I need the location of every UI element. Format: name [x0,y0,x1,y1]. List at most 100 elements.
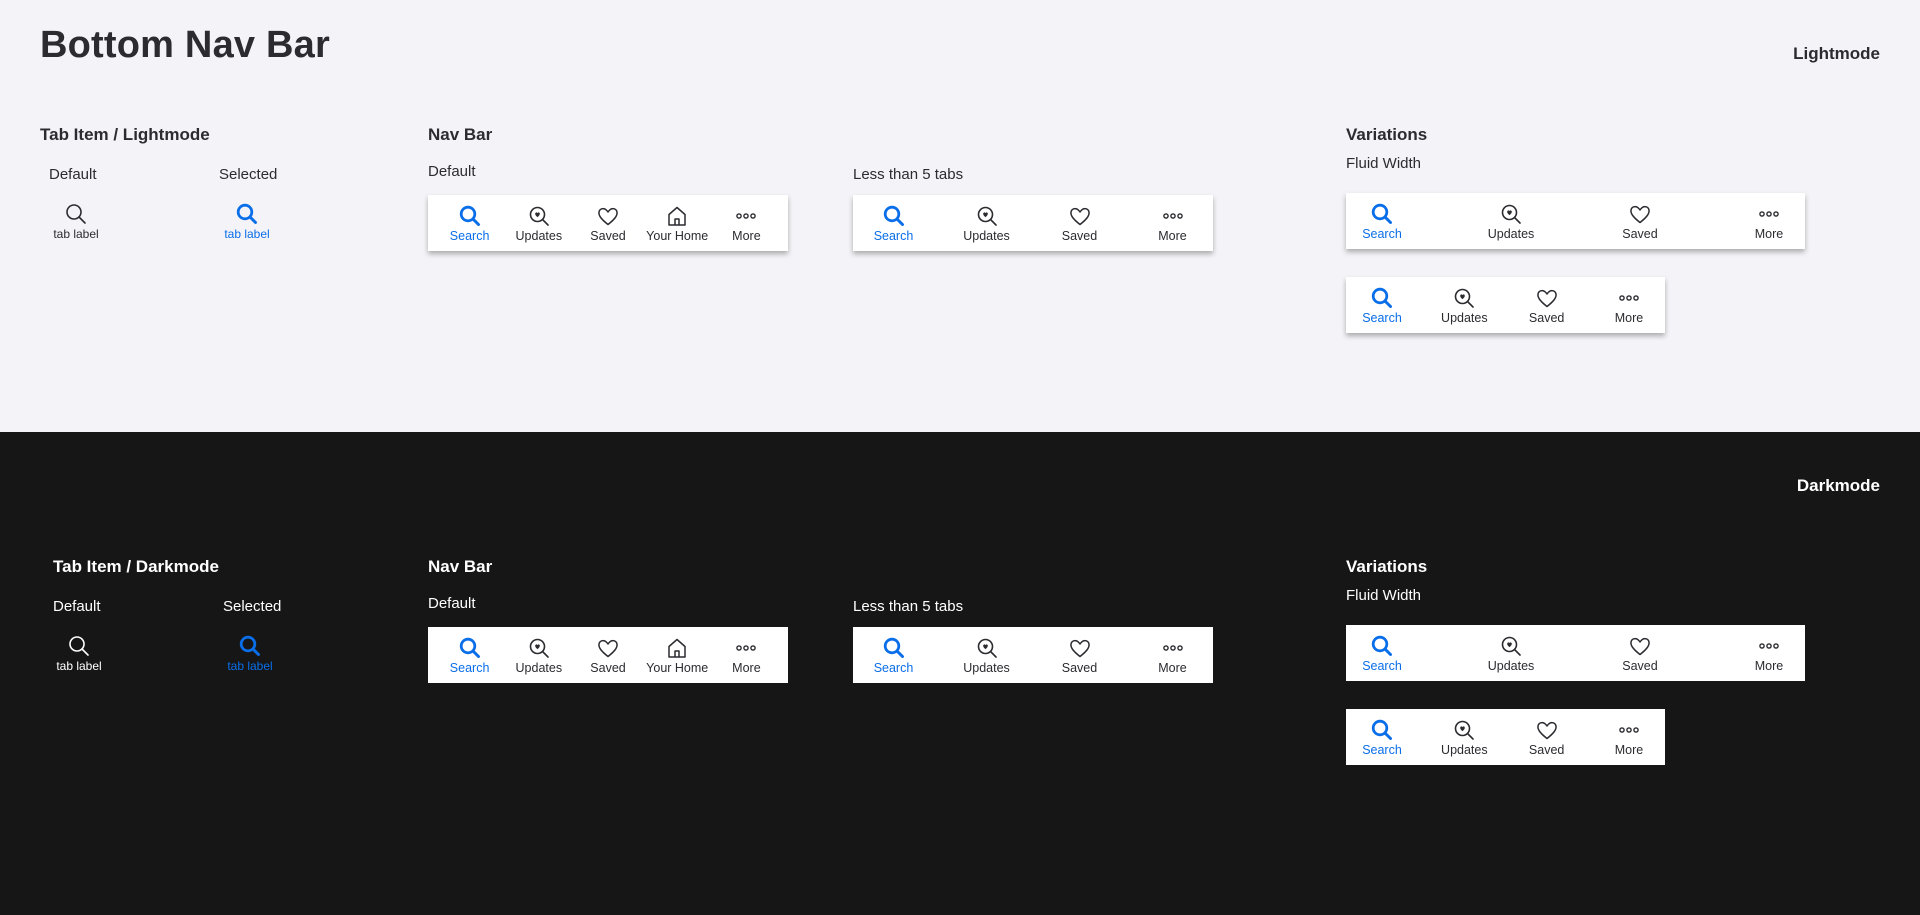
tab-saved[interactable]: Saved [1511,277,1583,333]
tab-updates[interactable]: Updates [952,627,1021,683]
tab-label: Updates [1441,742,1488,757]
tab-item-default[interactable]: tab label [36,202,116,241]
tab-label: Saved [1622,226,1658,241]
tab-search[interactable]: Search [859,195,928,251]
search-icon [1370,202,1394,226]
page-title: Bottom Nav Bar [40,24,330,66]
tab-search[interactable]: Search [859,627,928,683]
tab-updates[interactable]: Updates [1475,625,1547,681]
tab-more[interactable]: More [1138,195,1207,251]
tab-label: Updates [1487,226,1535,241]
heart-icon [1068,204,1092,228]
tab-updates[interactable]: Updates [1475,193,1547,249]
more-icon [1617,718,1641,742]
updates-icon [1499,202,1523,226]
tab-search[interactable]: Search [1346,625,1418,681]
updates-icon [1452,286,1476,310]
tab-label: Updates [963,228,1010,243]
tab-more[interactable]: More [1138,627,1207,683]
more-icon [734,636,758,660]
search-icon [1370,718,1394,742]
tab-more[interactable]: More [1733,193,1805,249]
nav-bar-five-tabs: Search Updates Saved Your Home More [428,627,788,683]
tab-saved[interactable]: Saved [573,195,642,251]
tab-label: Saved [590,228,626,243]
search-icon [64,202,88,226]
search-icon [238,634,262,658]
tab-updates[interactable]: Updates [504,627,573,683]
nav-bar-fluid-narrow: Search Updates Saved More [1346,277,1665,333]
heart-icon [596,636,620,660]
search-icon [235,202,259,226]
search-icon [1370,286,1394,310]
more-icon [1757,634,1781,658]
darkmode-section: Darkmode Tab Item / Darkmode Default Sel… [0,432,1920,915]
mode-label-dark: Darkmode [1796,476,1880,495]
tab-saved[interactable]: Saved [1604,193,1676,249]
nav-bar-heading: Nav Bar [428,557,493,576]
tab-label: Saved [590,660,626,675]
updates-icon [975,636,999,660]
tab-more[interactable]: More [1593,709,1665,765]
tab-label: More [732,660,761,675]
tab-saved[interactable]: Saved [1511,709,1583,765]
search-icon [458,204,482,228]
nav-bar-heading: Nav Bar [428,125,493,144]
tab-item-label: tab label [56,659,102,673]
tab-label: Search [449,228,490,243]
tab-label: More [732,228,761,243]
tab-more[interactable]: More [1593,277,1665,333]
more-icon [734,204,758,228]
heart-icon [596,204,620,228]
tab-item-heading: Tab Item / Darkmode [53,557,219,576]
tab-more[interactable]: More [1733,625,1805,681]
tab-search[interactable]: Search [1346,709,1418,765]
tab-your-home[interactable]: Your Home [643,627,712,683]
tab-search[interactable]: Search [1346,277,1418,333]
search-icon [67,634,91,658]
home-icon [665,636,689,660]
tab-label: Search [873,660,914,675]
more-icon [1161,636,1185,660]
tab-item-default[interactable]: tab label [39,634,119,673]
tab-saved[interactable]: Saved [573,627,642,683]
tab-saved[interactable]: Saved [1045,195,1114,251]
updates-icon [527,204,551,228]
variations-fluid-caption: Fluid Width [1346,155,1422,172]
updates-icon [1452,718,1476,742]
tab-your-home[interactable]: Your Home [643,195,712,251]
tab-updates[interactable]: Updates [1428,277,1500,333]
tab-updates[interactable]: Updates [504,195,573,251]
tab-label: Search [1362,742,1402,757]
search-icon [882,636,906,660]
tab-item-label: tab label [227,659,273,673]
search-icon [458,636,482,660]
tab-item-label: tab label [224,227,270,241]
tab-label: Search [1362,310,1402,325]
tab-search[interactable]: Search [435,195,504,251]
nav-bar-default-caption: Default [428,595,476,612]
nav-bar-fluid-wide: Search Updates Saved More [1346,625,1805,681]
nav-bar-four-tabs: Search Updates Saved More [853,195,1213,251]
tab-more[interactable]: More [712,195,781,251]
tab-label: Search [1362,226,1402,241]
tab-more[interactable]: More [712,627,781,683]
tab-label: More [1614,310,1644,325]
tab-label: Saved [1061,228,1098,243]
tab-updates[interactable]: Updates [1428,709,1500,765]
tab-label: Search [449,660,490,675]
search-icon [1370,634,1394,658]
nav-bar-fluid-narrow: Search Updates Saved More [1346,709,1665,765]
tab-saved[interactable]: Saved [1045,627,1114,683]
tab-search[interactable]: Search [1346,193,1418,249]
tab-item-selected[interactable]: tab label [207,202,287,241]
tab-search[interactable]: Search [435,627,504,683]
tab-item-selected[interactable]: tab label [210,634,290,673]
tab-saved[interactable]: Saved [1604,625,1676,681]
heart-icon [1628,634,1652,658]
tab-label: More [1158,228,1187,243]
tab-label: Saved [1622,658,1658,673]
more-icon [1757,202,1781,226]
tab-updates[interactable]: Updates [952,195,1021,251]
tab-item-default-caption: Default [53,598,101,615]
